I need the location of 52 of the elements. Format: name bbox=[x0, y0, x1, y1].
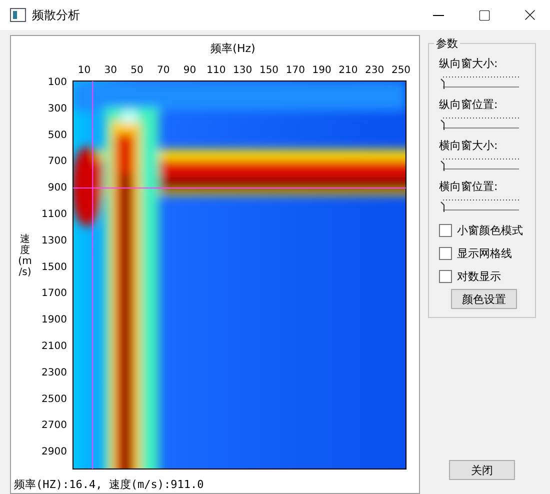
app-icon bbox=[10, 8, 26, 22]
slider-thumb[interactable] bbox=[440, 202, 444, 212]
checkbox[interactable]: 显示网格线 bbox=[439, 246, 529, 261]
y-tick-label: 1700 bbox=[42, 288, 67, 300]
x-tick-label: 190 bbox=[312, 65, 332, 76]
slider-thumb[interactable] bbox=[440, 78, 444, 90]
x-tick-label: 110 bbox=[206, 65, 226, 76]
y-tick-label: 1300 bbox=[42, 235, 67, 246]
checkbox-box[interactable] bbox=[439, 224, 452, 237]
checkbox-box[interactable] bbox=[439, 247, 452, 260]
y-tick-label: 100 bbox=[48, 77, 67, 88]
x-tick-label: 50 bbox=[130, 65, 144, 76]
checkbox-box[interactable] bbox=[439, 270, 452, 283]
y-axis-title: 速度(m/s) bbox=[17, 234, 33, 278]
y-tick-label: 2100 bbox=[42, 341, 67, 352]
y-tick-label: 2900 bbox=[42, 446, 67, 458]
y-tick-label: 500 bbox=[48, 130, 67, 141]
x-tick-label: 130 bbox=[233, 65, 252, 76]
x-tick-label: 150 bbox=[259, 65, 279, 76]
y-tick-label: 2300 bbox=[42, 367, 67, 378]
slider-label: 纵向窗位置: bbox=[439, 97, 499, 112]
y-tick-label: 1500 bbox=[42, 262, 67, 273]
x-tick-label: 70 bbox=[157, 65, 170, 76]
checkbox[interactable]: 小窗颜色模式 bbox=[439, 223, 529, 238]
y-tick-label: 1100 bbox=[42, 209, 67, 220]
x-tick-label: 230 bbox=[365, 65, 384, 76]
close-dialog-button[interactable]: 关闭 bbox=[449, 460, 515, 480]
y-tick-label: 2500 bbox=[42, 394, 67, 405]
x-axis-title: 频率(Hz) bbox=[210, 42, 256, 55]
y-tick-label: 700 bbox=[48, 156, 67, 168]
cursor-readout: 频率(HZ):16.4, 速度(m/s):911.0 bbox=[13, 477, 205, 493]
group-title: 参数 bbox=[434, 36, 460, 51]
window-title: 频散分析 bbox=[32, 6, 81, 24]
maximize-icon bbox=[478, 8, 490, 22]
slider-label: 横向窗大小: bbox=[439, 138, 499, 153]
x-tick-label: 30 bbox=[104, 65, 117, 76]
x-tick-label: 210 bbox=[338, 65, 358, 76]
y-tick-label: 900 bbox=[48, 182, 67, 194]
y-tick-label: 300 bbox=[48, 103, 67, 114]
color-settings-button[interactable]: 颜色设置 bbox=[451, 289, 517, 309]
slider-thumb[interactable] bbox=[440, 120, 444, 130]
slider-thumb[interactable] bbox=[440, 160, 444, 172]
x-tick-label: 10 bbox=[78, 65, 91, 76]
y-tick-label: 2700 bbox=[42, 420, 67, 432]
y-tick-label: 1900 bbox=[42, 314, 67, 326]
slider-label: 横向窗位置: bbox=[439, 179, 499, 194]
x-tick-label: 90 bbox=[183, 65, 196, 76]
minimize-icon bbox=[432, 14, 444, 16]
x-tick-label: 250 bbox=[391, 65, 411, 76]
slider-label: 纵向窗大小: bbox=[439, 56, 499, 71]
x-tick-label: 170 bbox=[286, 65, 305, 76]
checkbox[interactable]: 对数显示 bbox=[439, 269, 529, 284]
